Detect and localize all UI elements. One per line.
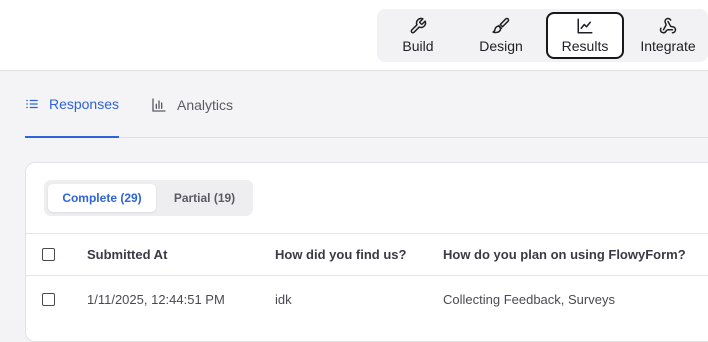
top-bar: Build Design Results Integrate [0,0,708,71]
results-tabs: Responses Analytics [25,72,708,138]
paintbrush-icon [492,17,510,34]
select-all-checkbox[interactable] [42,248,55,261]
build-button[interactable]: Build [380,12,456,59]
tab-analytics-label: Analytics [177,97,234,113]
complete-filter-button[interactable]: Complete (29) [48,184,156,212]
cell-plan-usage: Collecting Feedback, Surveys [443,291,615,307]
row-checkbox[interactable] [42,292,55,306]
completion-filter: Complete (29) Partial (19) [44,180,253,216]
wrench-icon [410,17,427,34]
tab-responses-label: Responses [48,96,119,112]
design-label: Design [479,38,523,54]
list-icon [26,99,38,109]
line-chart-icon [577,18,593,34]
select-all-cell [42,234,55,275]
bar-chart-icon [152,98,166,112]
table-header: Submitted At How did you find us? How do… [26,233,708,276]
cell-submitted-at: 1/11/2025, 12:44:51 PM [87,291,225,307]
tab-analytics[interactable]: Analytics [151,72,251,138]
cell-found-us: idk [275,291,292,307]
partial-filter-button[interactable]: Partial (19) [160,184,249,212]
results-button[interactable]: Results [546,12,624,59]
design-button[interactable]: Design [463,12,539,59]
column-header-submitted-at[interactable]: Submitted At [87,234,167,275]
column-header-plan-usage[interactable]: How do you plan on using FlowyForm? [443,234,686,275]
results-label: Results [561,38,609,54]
integrate-label: Integrate [640,38,696,54]
responses-card: Complete (29) Partial (19) Submitted At … [25,162,708,342]
build-label: Build [402,38,434,54]
column-header-found-us[interactable]: How did you find us? [275,234,406,275]
webhook-icon [659,17,677,34]
row-select-cell [42,276,55,322]
mode-switcher: Build Design Results Integrate [377,9,708,62]
results-page: Responses Analytics Complete (29) Partia… [0,72,708,342]
tab-responses[interactable]: Responses [25,72,119,138]
integrate-button[interactable]: Integrate [629,12,707,59]
table-row[interactable]: 1/11/2025, 12:44:51 PM idk Collecting Fe… [26,276,708,322]
